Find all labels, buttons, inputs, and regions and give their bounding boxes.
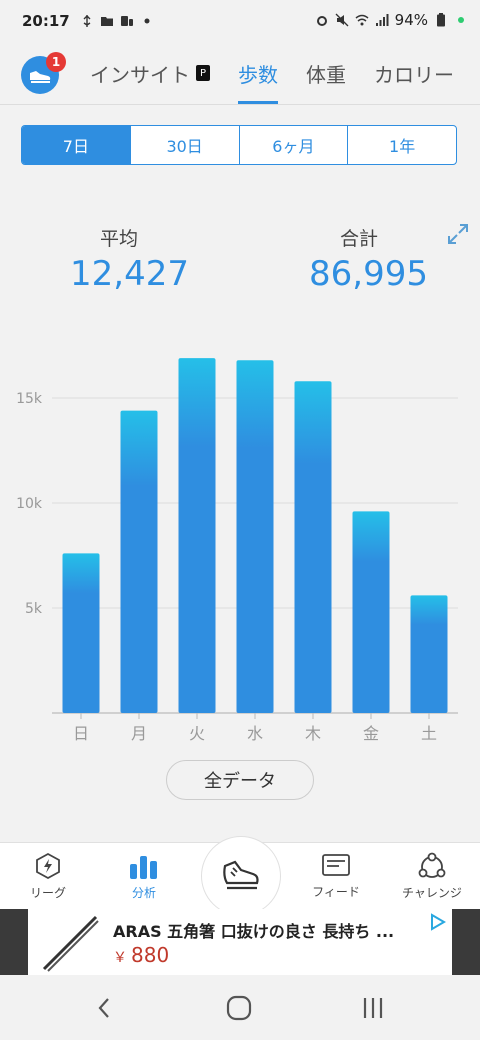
folder-icon	[100, 17, 113, 26]
camera-dot-icon	[458, 17, 464, 23]
back-icon[interactable]	[94, 996, 114, 1020]
feed-icon	[322, 854, 350, 876]
y-tick-label: 10k	[16, 496, 43, 512]
bar-3[interactable]	[236, 360, 274, 713]
tab-weight[interactable]: 体重	[306, 42, 346, 104]
ad-price-symbol: ￥	[113, 950, 127, 966]
period-selector: 7日 30日 6ヶ月 1年	[21, 125, 457, 165]
usb-icon	[83, 15, 91, 27]
nav-league-label: リーグ	[29, 886, 66, 900]
tab-insight[interactable]: インサイト P	[90, 42, 210, 104]
average-value: 12,427	[70, 254, 189, 294]
recents-icon[interactable]	[361, 996, 385, 1020]
nav-analysis[interactable]: 分析	[104, 843, 184, 910]
y-tick-label: 15k	[16, 391, 43, 407]
bar-2[interactable]	[178, 358, 216, 713]
ad-price: ￥ 880	[113, 943, 169, 967]
ad-content[interactable]: ARAS 五角箸 口抜けの良さ 長持ち ... ￥ 880	[28, 909, 452, 975]
device-icon	[120, 16, 133, 26]
tab-weight-label: 体重	[306, 62, 346, 87]
system-nav-bar	[0, 975, 480, 1040]
header-tabs: インサイト P 歩数 体重 カロリー	[90, 42, 480, 104]
bar-6[interactable]	[410, 595, 448, 713]
alarm-icon	[316, 16, 327, 26]
dot-icon	[144, 18, 150, 24]
total-value: 86,995	[309, 254, 428, 294]
nav-feed-label: フィード	[312, 885, 360, 899]
nav-challenge-label: チャレンジ	[402, 886, 462, 900]
league-icon	[36, 852, 60, 880]
battery-percent: 94%	[394, 11, 428, 29]
ad-banner[interactable]: ARAS 五角箸 口抜けの良さ 長持ち ... ￥ 880	[0, 909, 480, 975]
chopsticks-image-icon	[42, 915, 99, 972]
y-tick-label: 5k	[25, 601, 43, 617]
nav-league[interactable]: リーグ	[8, 843, 88, 910]
bar-0[interactable]	[62, 553, 100, 713]
ad-price-value: 880	[131, 943, 170, 967]
adchoices-icon[interactable]	[428, 913, 448, 931]
x-tick-label: 月	[131, 724, 147, 743]
status-bar: 20:17 94%	[0, 0, 480, 42]
nav-center-shoe-button[interactable]	[201, 836, 281, 916]
insight-badge-icon: P	[196, 65, 210, 81]
bar-1[interactable]	[120, 410, 158, 713]
all-data-button[interactable]: 全データ	[166, 760, 314, 800]
x-tick-label: 水	[247, 724, 263, 743]
x-tick-label: 土	[421, 724, 437, 743]
steps-bar-chart: 5k 10k 15k 日 月 火 水 木 金 土	[16, 358, 458, 743]
nav-analysis-label: 分析	[131, 886, 156, 900]
x-tick-label: 日	[73, 724, 89, 743]
bar-4[interactable]	[294, 381, 332, 713]
expand-icon[interactable]	[446, 222, 470, 246]
tab-calories[interactable]: カロリー	[374, 42, 454, 104]
period-1-year[interactable]: 1年	[348, 126, 456, 164]
x-tick-label: 木	[305, 724, 321, 743]
status-time: 20:17	[22, 12, 70, 30]
nav-challenge[interactable]: チャレンジ	[392, 843, 472, 910]
tab-steps[interactable]: 歩数	[238, 42, 278, 104]
ad-title: ARAS 五角箸 口抜けの良さ 長持ち ...	[113, 922, 395, 941]
period-6-months[interactable]: 6ヶ月	[240, 126, 349, 164]
average-label: 平均	[100, 228, 139, 250]
nav-feed[interactable]: フィード	[296, 843, 376, 910]
notification-badge: 1	[46, 52, 66, 72]
mute-icon	[335, 13, 349, 27]
signal-icon	[375, 14, 389, 26]
wifi-icon	[355, 14, 369, 26]
x-tick-label: 火	[189, 724, 205, 743]
analysis-icon	[130, 856, 157, 879]
home-icon[interactable]	[226, 995, 252, 1021]
shoe-icon	[223, 860, 259, 890]
tab-insight-label: インサイト	[90, 62, 190, 87]
period-30-days[interactable]: 30日	[131, 126, 240, 164]
battery-icon	[437, 13, 445, 27]
x-tick-label: 金	[363, 724, 379, 743]
bar-5[interactable]	[352, 511, 390, 713]
app-header: 1 インサイト P 歩数 体重 カロリー	[0, 42, 480, 105]
tab-calories-label: カロリー	[374, 62, 454, 87]
challenge-icon	[418, 852, 446, 878]
tab-steps-label: 歩数	[238, 62, 278, 87]
total-label: 合計	[340, 228, 379, 250]
period-7-days[interactable]: 7日	[22, 126, 131, 164]
